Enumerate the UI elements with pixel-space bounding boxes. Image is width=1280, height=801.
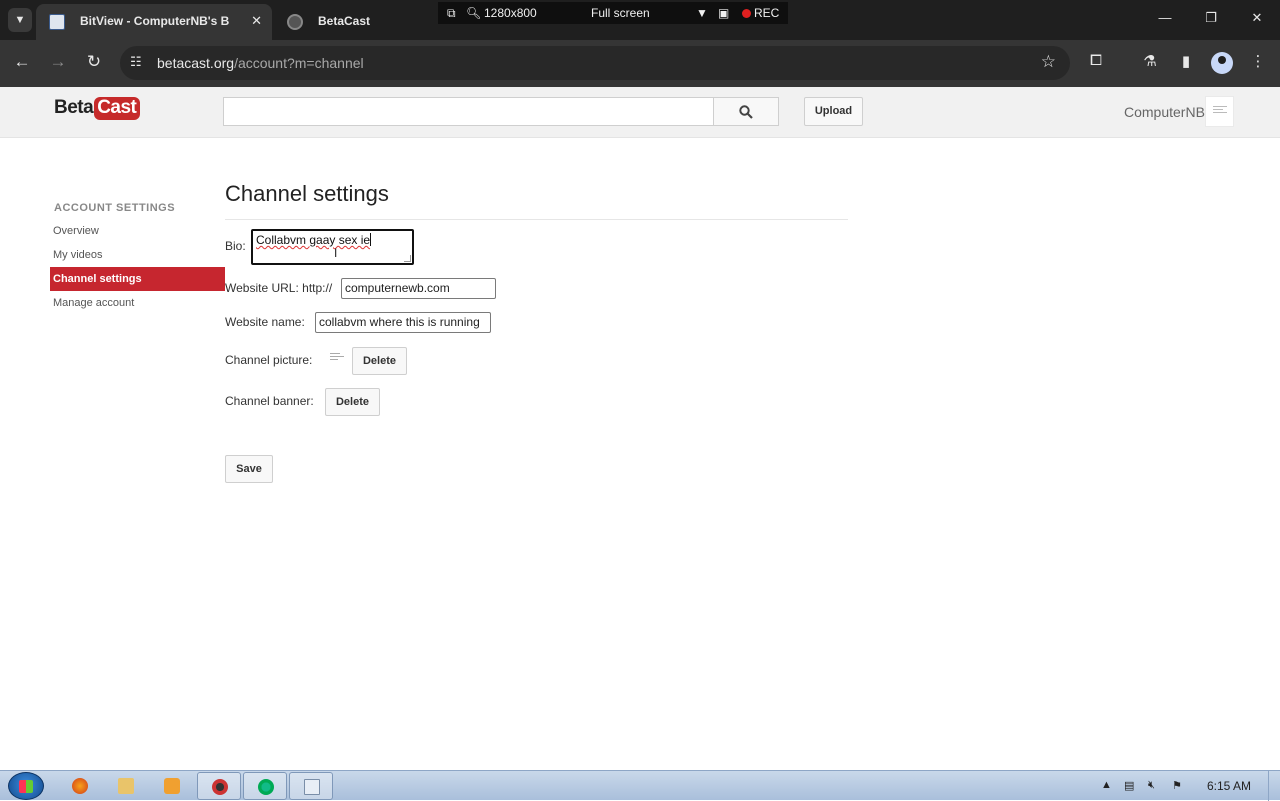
sidebar-item-channel-settings[interactable]: Channel settings (50, 267, 225, 291)
tab-bitview[interactable]: BitView - ComputerNB's BitView ✕ (36, 4, 272, 40)
network-icon[interactable]: ▤ (1124, 779, 1134, 792)
rec-label: REC (754, 6, 780, 20)
windows-logo-icon (19, 780, 33, 793)
browser-icon (212, 779, 228, 795)
menu-icon[interactable]: ⋮ (1247, 52, 1269, 70)
delete-picture-button[interactable]: Delete (352, 347, 407, 375)
show-desktop-button[interactable] (1268, 771, 1280, 801)
action-center-flag-icon[interactable]: ⚑ (1172, 779, 1182, 792)
recorder-resolution[interactable]: 1280x800 (484, 6, 537, 20)
sidebar-heading: ACCOUNT SETTINGS (54, 202, 176, 214)
screen-recorder-bar: ⧉ 🔍︎ 1280x800 Full screen ▼ ▣ REC (438, 2, 788, 24)
taskbar-clock[interactable]: 6:15 AM (1207, 779, 1251, 793)
taskbar-media-player[interactable] (150, 772, 194, 800)
logo-beta: Beta (54, 97, 94, 118)
record-dot-icon (742, 9, 751, 18)
profile-icon[interactable] (1211, 52, 1233, 74)
star-icon[interactable]: ☆ (1041, 52, 1056, 72)
reload-icon[interactable]: ↻ (82, 52, 106, 72)
site-header: Beta Cast Upload ComputerNB (0, 87, 1280, 138)
bio-value: Collabvm gaay sex ie (256, 233, 371, 247)
title-divider (225, 219, 848, 220)
camera-icon[interactable]: ▣ (718, 6, 729, 20)
text-caret (370, 233, 372, 246)
username-link[interactable]: ComputerNB (1124, 104, 1205, 120)
placeholder-image-icon (1213, 106, 1227, 115)
page-title: Channel settings (225, 181, 389, 206)
forward-icon[interactable]: → (46, 52, 70, 72)
i-beam-cursor-icon: I (334, 246, 338, 260)
search-icon (739, 105, 753, 119)
recorder-mode[interactable]: Full screen (591, 6, 650, 20)
browser-tabstrip: ▼ BitView - ComputerNB's BitView ✕ BetaC… (0, 0, 1280, 40)
bio-label: Bio: (225, 239, 246, 253)
media-player-icon (164, 778, 180, 794)
resize-grip-icon[interactable] (404, 255, 411, 262)
website-name-label: Website name: (225, 315, 305, 329)
rec-button[interactable]: REC (742, 6, 779, 20)
url-host: betacast.org (157, 55, 235, 71)
close-tab-icon[interactable]: ✕ (251, 4, 262, 38)
save-button[interactable]: Save (225, 455, 273, 483)
taskbar-explorer[interactable] (104, 772, 148, 800)
bio-textarea[interactable]: Collabvm gaay sex ie (251, 229, 414, 265)
side-panel-icon[interactable]: ▮ (1175, 52, 1197, 70)
notepad-icon (304, 779, 320, 795)
taskbar-notepad[interactable] (289, 772, 333, 800)
sidebar-item-overview[interactable]: Overview (50, 219, 225, 243)
restore-icon[interactable]: ❐ (1201, 10, 1221, 26)
address-bar[interactable]: ☷ betacast.org/account?m=channel ☆ (120, 46, 1070, 80)
start-button[interactable] (8, 772, 44, 800)
delete-banner-button[interactable]: Delete (325, 388, 380, 416)
zoom-icon[interactable]: 🔍︎ (466, 6, 481, 20)
tab-search-button[interactable]: ▼ (8, 8, 32, 32)
folder-icon (118, 778, 134, 794)
tab-title: BitView - ComputerNB's BitView (80, 14, 230, 28)
upload-button[interactable]: Upload (804, 97, 863, 126)
website-name-field[interactable]: collabvm where this is running (315, 312, 491, 333)
user-avatar[interactable] (1205, 96, 1234, 127)
website-url-field[interactable]: computernewb.com (341, 278, 496, 299)
extensions-icon[interactable]: ⧠ (1085, 52, 1107, 69)
minimize-icon[interactable]: — (1155, 10, 1175, 25)
windows-taskbar: ▲ ▤ 🔇︎ ⚑ 6:15 AM (0, 770, 1280, 801)
channel-picture-label: Channel picture: (225, 353, 313, 367)
show-hidden-icons-icon[interactable]: ▲ (1101, 779, 1112, 791)
bitview-favicon-icon (49, 14, 65, 30)
channel-banner-label: Channel banner: (225, 394, 314, 408)
taskbar-app[interactable] (243, 772, 287, 800)
app-icon (258, 779, 274, 795)
website-url-label: Website URL: http:// (225, 281, 333, 295)
url-path: /account?m=channel (234, 55, 364, 71)
volume-muted-icon[interactable]: 🔇︎ (1148, 779, 1155, 792)
taskbar-chrome[interactable] (197, 772, 241, 800)
sidebar-item-manage-account[interactable]: Manage account (50, 291, 225, 315)
search-button[interactable] (713, 97, 779, 126)
sidebar-item-my-videos[interactable]: My videos (50, 243, 225, 267)
url-text[interactable]: betacast.org/account?m=channel (157, 55, 364, 71)
window-mode-icon[interactable]: ⧉ (447, 6, 456, 21)
chevron-down-icon[interactable]: ▼ (696, 6, 708, 20)
search-input[interactable] (223, 97, 714, 126)
site-info-icon[interactable]: ☷ (130, 54, 142, 70)
globe-favicon-icon (287, 14, 303, 30)
browser-toolbar: ← → ↻ ☷ betacast.org/account?m=channel ☆… (0, 40, 1280, 87)
labs-icon[interactable]: ⚗ (1139, 52, 1161, 70)
channel-picture-thumbnail-icon (330, 353, 344, 362)
firefox-icon (72, 778, 88, 794)
close-window-icon[interactable]: ✕ (1247, 10, 1267, 26)
betacast-logo[interactable]: Beta Cast (54, 97, 141, 125)
back-icon[interactable]: ← (10, 52, 34, 72)
logo-cast: Cast (94, 97, 141, 120)
taskbar-firefox[interactable] (58, 772, 102, 800)
